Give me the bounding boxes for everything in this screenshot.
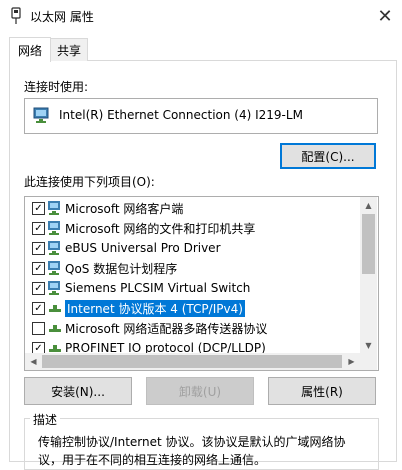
- protocol-icon: [49, 325, 61, 332]
- item-label: eBUS Universal Pro Driver: [65, 241, 221, 255]
- items-label: 此连接使用下列项目(O):: [24, 175, 155, 189]
- item-checkbox[interactable]: ✓: [32, 281, 45, 295]
- window-title: 以太网 属性: [30, 10, 94, 24]
- list-item[interactable]: Microsoft 网络适配器多路传送器协议: [25, 318, 359, 338]
- item-label: Microsoft 网络适配器多路传送器协议: [65, 321, 268, 336]
- list-item[interactable]: ✓ Microsoft 网络的文件和打印机共享: [25, 218, 359, 238]
- list-item[interactable]: ✓ Microsoft 网络客户端: [25, 198, 359, 218]
- item-checkbox[interactable]: ✓: [32, 221, 45, 235]
- item-label: Microsoft 网络客户端: [65, 201, 184, 216]
- item-checkbox[interactable]: ✓: [32, 201, 45, 215]
- properties-button[interactable]: 属性(R): [268, 377, 376, 405]
- item-label: Siemens PLCSIM Virtual Switch: [65, 281, 251, 295]
- item-label: QoS 数据包计划程序: [65, 261, 178, 276]
- ethernet-icon: [11, 7, 21, 24]
- vertical-scrollbar[interactable]: ▲ ▼: [360, 197, 377, 354]
- protocol-icon: [49, 305, 61, 312]
- list-item[interactable]: ✓ eBUS Universal Pro Driver: [25, 238, 359, 258]
- title-bar: 以太网 属性 ✕: [0, 0, 402, 32]
- vertical-scroll-thumb[interactable]: [362, 214, 375, 274]
- close-button[interactable]: ✕: [368, 0, 402, 32]
- list-item-selected[interactable]: ✓ Internet 协议版本 4 (TCP/IPv4): [25, 298, 359, 318]
- scroll-right-icon[interactable]: ▶: [343, 353, 360, 370]
- description-legend: 描述: [30, 411, 61, 428]
- adapter-name: Intel(R) Ethernet Connection (4) I219-LM: [59, 108, 303, 122]
- item-checkbox[interactable]: [32, 321, 45, 335]
- item-label: Microsoft 网络的文件和打印机共享: [65, 221, 256, 236]
- tab-network[interactable]: 网络: [9, 37, 51, 62]
- network-adapter-icon: [33, 107, 49, 123]
- list-item[interactable]: ✓ Siemens PLCSIM Virtual Switch: [25, 278, 359, 298]
- adapter-box: Intel(R) Ethernet Connection (4) I219-LM: [24, 98, 378, 134]
- horizontal-scroll-thumb[interactable]: [42, 355, 342, 368]
- description-text: 传输控制协议/Internet 协议。该协议是默认的广域网络协议，用于在不同的相…: [38, 435, 346, 467]
- install-button[interactable]: 安装(N)...: [24, 377, 132, 405]
- list-item[interactable]: ✓ QoS 数据包计划程序: [25, 258, 359, 278]
- items-list[interactable]: ✓ Microsoft 网络客户端 ✓ Microsoft 网络的文件和打印机共…: [24, 196, 379, 371]
- item-label: Internet 协议版本 4 (TCP/IPv4): [65, 299, 245, 317]
- network-client-icon: [48, 241, 60, 255]
- tab-share[interactable]: 共享: [50, 38, 88, 61]
- network-client-icon: [48, 201, 60, 215]
- network-client-icon: [48, 281, 60, 295]
- item-checkbox[interactable]: ✓: [32, 301, 45, 315]
- item-checkbox[interactable]: ✓: [32, 241, 45, 255]
- close-icon: ✕: [377, 5, 393, 27]
- connect-using-label: 连接时使用:: [24, 80, 89, 94]
- scroll-up-icon[interactable]: ▲: [360, 197, 377, 214]
- scroll-down-icon[interactable]: ▼: [360, 337, 377, 354]
- scroll-left-icon[interactable]: ◀: [25, 353, 42, 370]
- network-client-icon: [48, 221, 60, 235]
- horizontal-scrollbar[interactable]: ◀ ▶: [25, 353, 377, 370]
- configure-button[interactable]: 配置(C)...: [280, 143, 376, 169]
- uninstall-button[interactable]: 卸载(U): [146, 377, 254, 405]
- item-checkbox[interactable]: ✓: [32, 261, 45, 275]
- network-client-icon: [48, 261, 60, 275]
